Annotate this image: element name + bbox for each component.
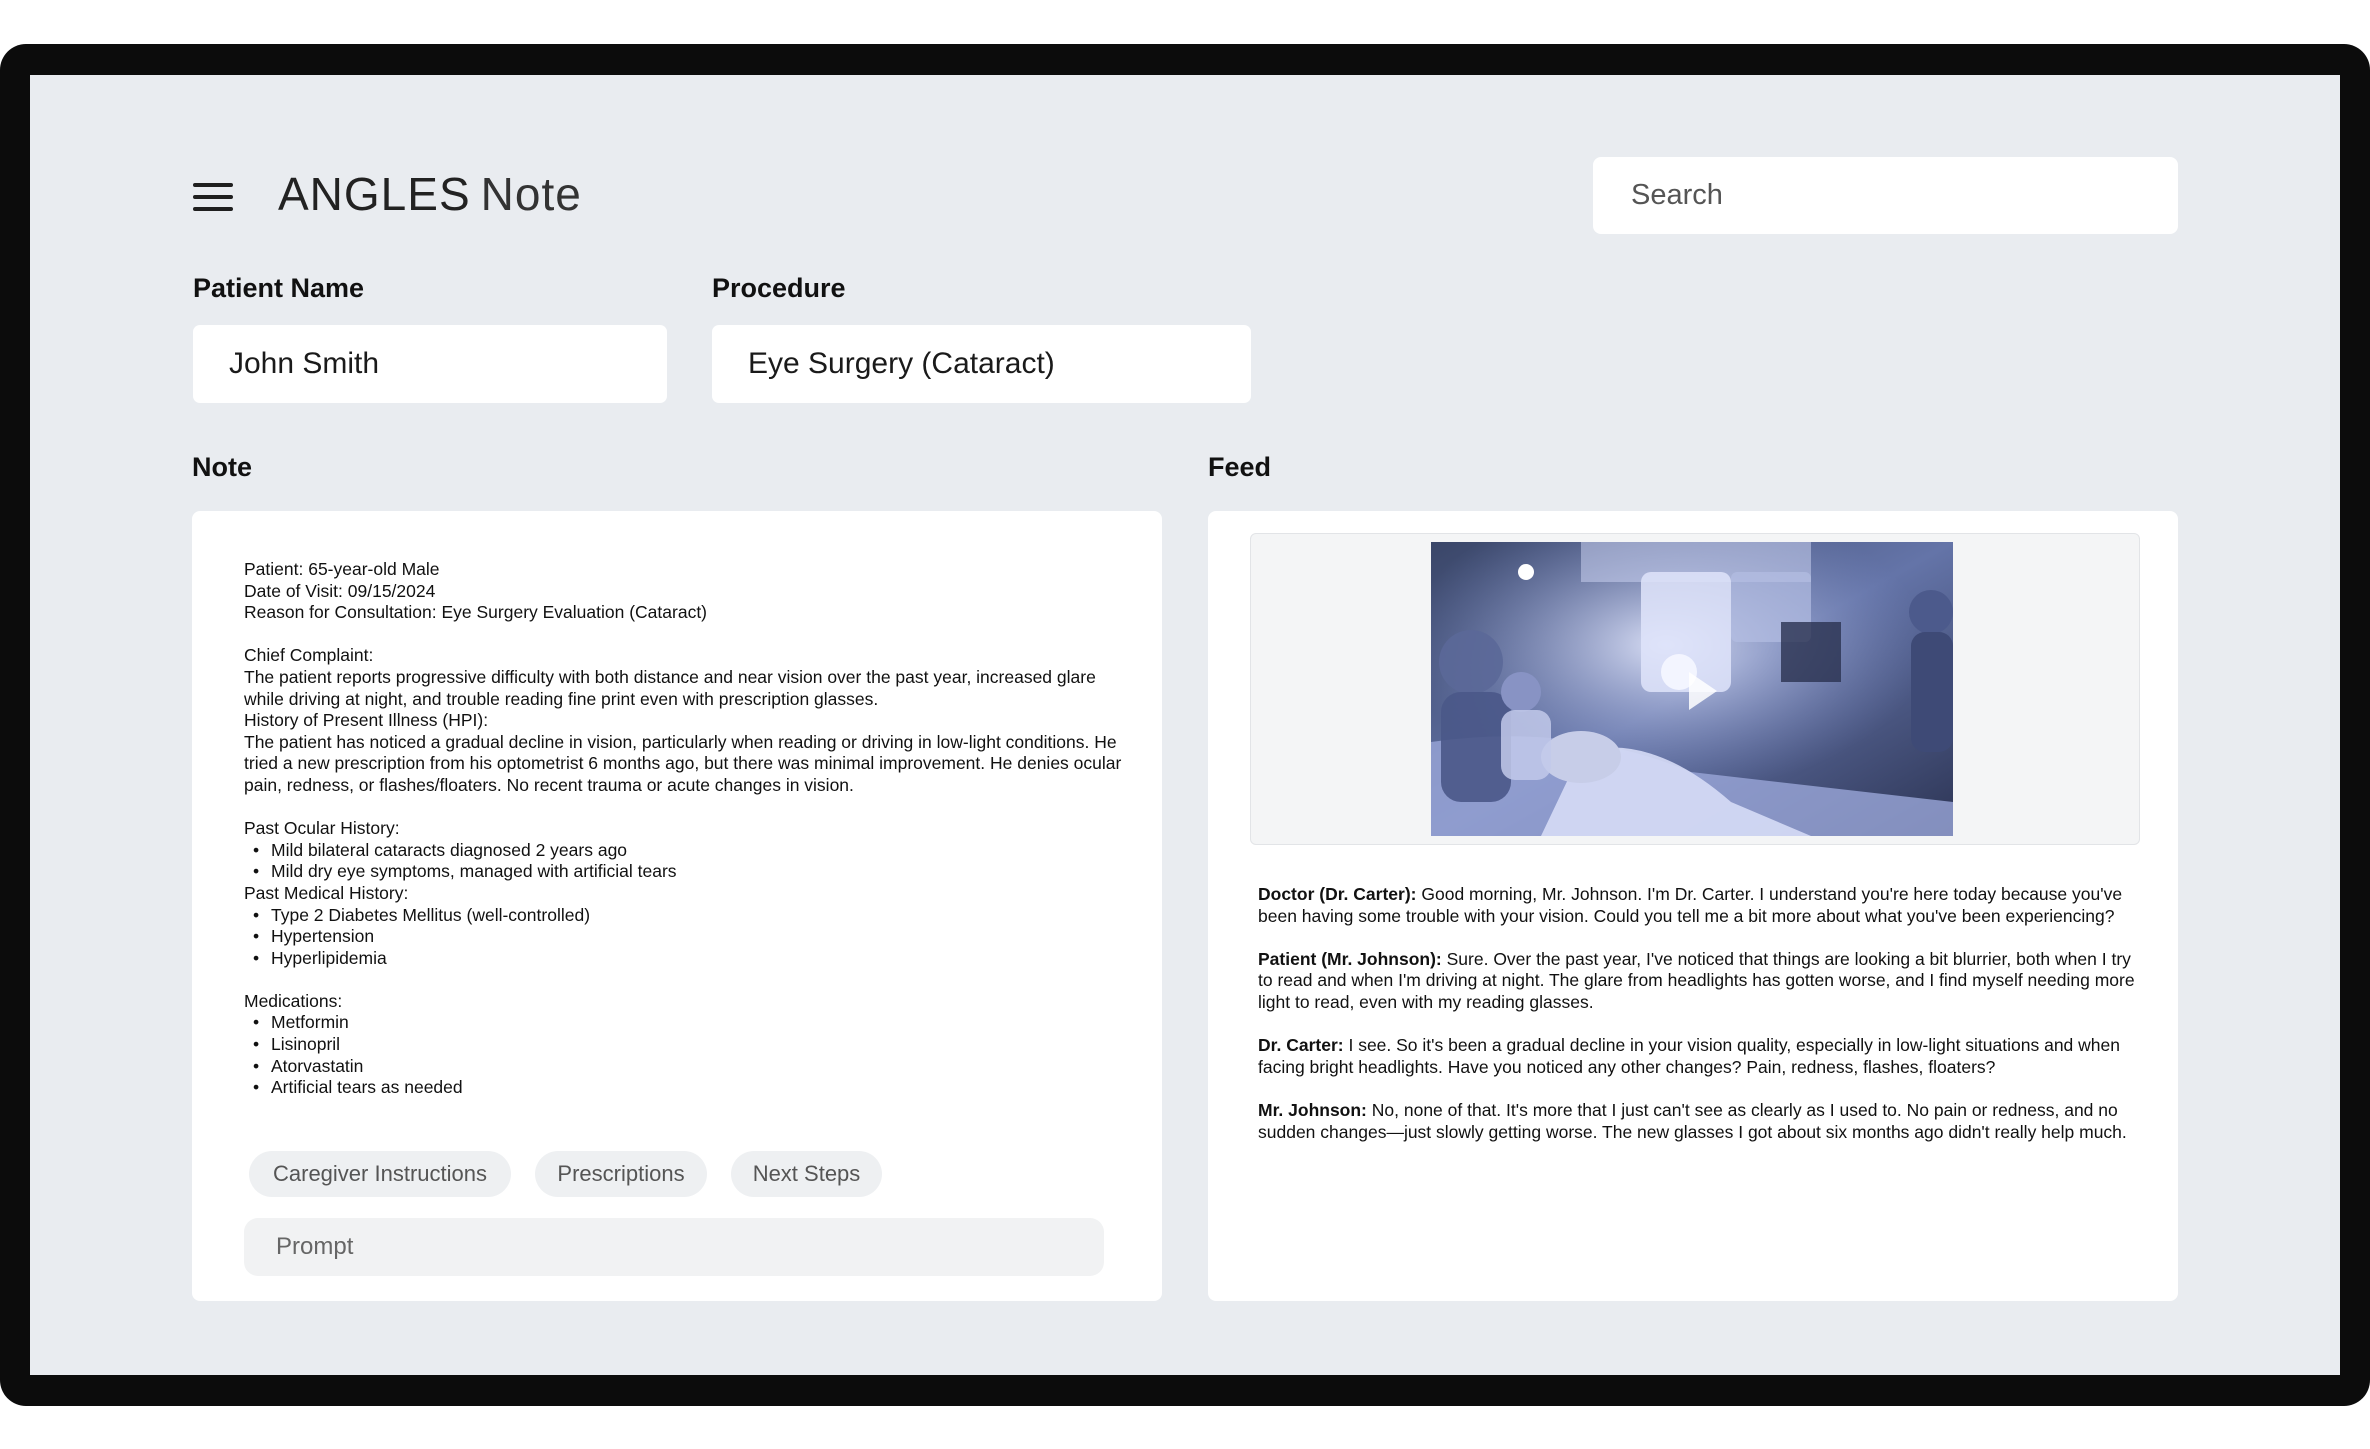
list-item: Metformin [244,1012,1124,1034]
medical-history-title: Past Medical History: [244,882,409,903]
ocular-history-list: Mild bilateral cataracts diagnosed 2 yea… [244,840,1124,883]
note-patient-line: Patient: 65-year-old Male [244,559,440,579]
feed-panel: Doctor (Dr. Carter): Good morning, Mr. J… [1208,511,2178,1301]
transcript-entry: Dr. Carter: I see. So it's been a gradua… [1258,1035,2148,1078]
hpi-text: The patient has noticed a gradual declin… [244,731,1122,795]
search-input[interactable]: Search [1593,157,2178,234]
list-item: Mild dry eye symptoms, managed with arti… [244,861,1124,883]
list-item: Mild bilateral cataracts diagnosed 2 yea… [244,840,1124,862]
chief-complaint-title: Chief Complaint: [244,645,374,666]
brand-sub: Note [480,168,582,220]
search-placeholder: Search [1631,179,1723,211]
list-item: Artificial tears as needed [244,1077,1124,1099]
note-body[interactable]: Patient: 65-year-old Male Date of Visit:… [244,559,1124,1120]
feed-heading: Feed [1208,452,1272,482]
transcript-text: I see. So it's been a gradual decline in… [1258,1035,2120,1077]
prompt-placeholder: Prompt [276,1233,354,1260]
transcript-entry: Mr. Johnson: No, none of that. It's more… [1258,1100,2148,1143]
note-heading: Note [192,452,252,482]
chief-complaint-text: The patient reports progressive difficul… [244,666,1096,709]
transcript-text: No, none of that. It's more that I just … [1258,1099,2127,1142]
video-container [1250,533,2140,845]
transcript-speaker: Mr. Johnson: [1258,1099,1367,1120]
medications-title: Medications: [244,990,343,1011]
app-screen: ANGLES Note Search Patient Name John Smit… [30,75,2340,1375]
transcript-entry: Doctor (Dr. Carter): Good morning, Mr. J… [1258,884,2148,927]
list-item: Lisinopril [244,1034,1124,1056]
surgery-video-thumbnail [1431,542,1953,836]
medications-list: Metformin Lisinopril Atorvastatin Artifi… [244,1012,1124,1098]
surgery-video-player[interactable] [1431,542,1953,836]
transcript-entry: Patient (Mr. Johnson): Sure. Over the pa… [1258,949,2148,1014]
note-panel: Patient: 65-year-old Male Date of Visit:… [192,511,1162,1301]
list-item: Type 2 Diabetes Mellitus (well-controlle… [244,905,1124,927]
transcript: Doctor (Dr. Carter): Good morning, Mr. J… [1258,884,2148,1165]
prompt-input[interactable]: Prompt [244,1218,1104,1276]
procedure-field[interactable]: Eye Surgery (Cataract) [712,325,1251,403]
transcript-speaker: Patient (Mr. Johnson): [1258,948,1442,969]
patient-name-value: John Smith [229,347,380,380]
prescriptions-chip[interactable]: Prescriptions [535,1151,707,1197]
list-item: Hyperlipidemia [244,948,1124,970]
procedure-label: Procedure [712,273,846,303]
note-reason-line: Reason for Consultation: Eye Surgery Eva… [244,602,708,623]
brand-main: ANGLES [278,168,471,220]
next-steps-chip[interactable]: Next Steps [731,1151,882,1197]
hamburger-menu-icon[interactable] [193,183,233,211]
patient-name-label: Patient Name [193,273,365,303]
caregiver-instructions-chip[interactable]: Caregiver Instructions [249,1151,511,1197]
note-date-line: Date of Visit: 09/15/2024 [244,580,436,601]
medical-history-list: Type 2 Diabetes Mellitus (well-controlle… [244,905,1124,970]
hpi-title: History of Present Illness (HPI): [244,710,489,731]
procedure-value: Eye Surgery (Cataract) [748,347,1055,380]
transcript-speaker: Doctor (Dr. Carter): [1258,884,1417,904]
patient-name-field[interactable]: John Smith [193,325,667,403]
transcript-speaker: Dr. Carter: [1258,1035,1344,1056]
app-logo: ANGLES Note [278,167,582,221]
ocular-history-title: Past Ocular History: [244,818,400,839]
list-item: Hypertension [244,926,1124,948]
list-item: Atorvastatin [244,1056,1124,1078]
